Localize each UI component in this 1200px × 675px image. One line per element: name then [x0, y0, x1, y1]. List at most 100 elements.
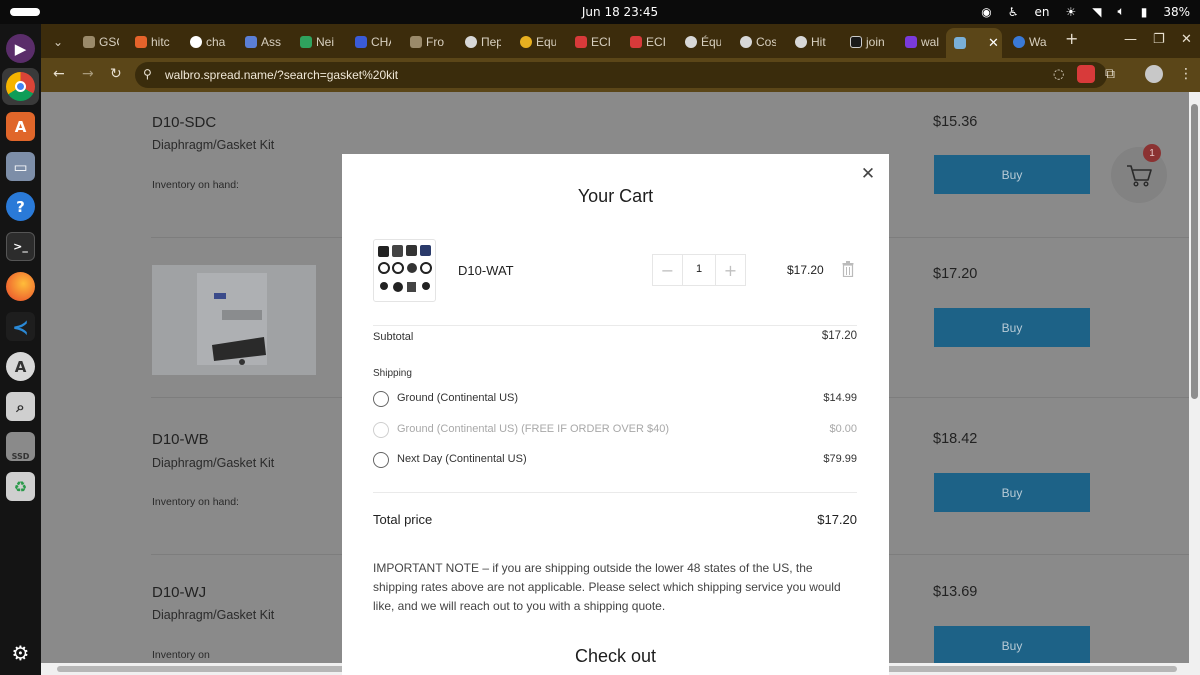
shipping-radio[interactable] — [373, 391, 389, 407]
product-inventory: Inventory on — [152, 649, 210, 661]
tab-13[interactable]: Hit — [787, 30, 831, 54]
eye-off-icon[interactable]: ◌ — [1053, 67, 1064, 82]
keyboard-language: en — [1034, 4, 1050, 19]
tab-active[interactable]: ✕ — [946, 28, 1002, 58]
tab-11[interactable]: Équ — [677, 30, 721, 54]
tab-12[interactable]: Cos — [732, 30, 776, 54]
vertical-scrollbar[interactable] — [1189, 92, 1200, 663]
tab-favicon-icon — [575, 36, 587, 48]
tab-2[interactable]: cha — [182, 30, 226, 54]
tab-9[interactable]: ECI — [567, 30, 611, 54]
product-inventory: Inventory on hand: — [152, 179, 239, 191]
buy-button[interactable]: Buy — [934, 155, 1090, 194]
product-price: $17.20 — [933, 266, 978, 282]
files-icon[interactable]: ▭ — [6, 152, 35, 181]
scrollbar-thumb[interactable] — [1191, 104, 1198, 399]
product-code[interactable]: D10-WJ — [152, 584, 206, 601]
increment-button[interactable]: + — [715, 255, 745, 285]
tab-favicon-icon — [630, 36, 642, 48]
vscode-icon[interactable]: ≺ — [6, 312, 35, 341]
shipping-option-label: Ground (Continental US) (FREE IF ORDER O… — [397, 423, 670, 435]
divider — [373, 492, 857, 493]
product-image[interactable] — [152, 265, 316, 375]
back-icon[interactable]: ← — [53, 66, 65, 82]
shipping-option-ground[interactable]: Ground (Continental US) $14.99 — [373, 390, 857, 410]
volume-icon: 🔈︎ — [1117, 4, 1125, 18]
shipping-radio[interactable] — [373, 452, 389, 468]
url-text[interactable]: walbro.spread.name/?search=gasket%20kit — [165, 68, 398, 82]
close-icon[interactable]: ✕ — [860, 164, 876, 184]
extension-icon[interactable] — [1077, 65, 1095, 83]
software-center-icon[interactable]: A — [6, 112, 35, 141]
product-description: Diaphragm/Gasket Kit — [152, 456, 275, 470]
tab-favicon-icon — [465, 36, 477, 48]
extensions-puzzle-icon[interactable]: ⧉ — [1105, 66, 1115, 82]
product-description: Diaphragm/Gasket Kit — [152, 608, 275, 622]
address-bar[interactable]: ⚲ walbro.spread.name/?search=gasket%20ki… — [135, 62, 1107, 88]
buy-button[interactable]: Buy — [934, 308, 1090, 347]
terminal-icon[interactable]: >_ — [6, 232, 35, 261]
decrement-button[interactable]: − — [653, 255, 683, 285]
checkout-button[interactable]: Check out — [342, 646, 889, 667]
profile-avatar[interactable] — [1145, 65, 1163, 83]
buy-button[interactable]: Buy — [934, 473, 1090, 512]
divider — [373, 325, 857, 326]
tab-7[interactable]: Пер — [457, 30, 501, 54]
tab-search-button[interactable]: ⌄ — [49, 30, 71, 54]
minimize-icon[interactable]: — — [1124, 32, 1137, 47]
tab-15[interactable]: wal — [897, 30, 941, 54]
system-top-bar: Jun 18 23:45 ◉ ♿ en ☀ ◥ 🔈︎ ▮ 38% — [0, 0, 1200, 24]
chrome-icon[interactable] — [6, 72, 35, 101]
tab-1[interactable]: hitc — [127, 30, 171, 54]
remove-item-button[interactable] — [842, 261, 854, 281]
forward-icon[interactable]: → — [82, 66, 94, 82]
tab-0[interactable]: GSC — [75, 30, 119, 54]
tab-favicon-icon — [245, 36, 257, 48]
brightness-icon: ☀ — [1065, 4, 1077, 19]
buy-button[interactable]: Buy — [934, 626, 1090, 663]
tab-4[interactable]: Nei — [292, 30, 336, 54]
tab-14[interactable]: join — [842, 30, 886, 54]
tab-17[interactable]: Wa — [1005, 30, 1055, 54]
tab-10[interactable]: ECI — [622, 30, 666, 54]
trash-bin-icon[interactable]: ♻ — [6, 472, 35, 501]
firefox-icon[interactable] — [6, 272, 35, 301]
reload-icon[interactable]: ↻ — [110, 66, 122, 82]
product-code[interactable]: D10-SDC — [152, 114, 216, 131]
browser-tab-strip: ⌄ GSC hitc cha Ass Nei CHA Fro Пер Equ E… — [41, 24, 1200, 58]
close-tab-icon[interactable]: ✕ — [988, 35, 999, 51]
site-info-icon[interactable]: ⚲ — [143, 67, 152, 81]
media-player-icon[interactable]: ▶ — [6, 34, 35, 63]
product-price: $15.36 — [933, 114, 978, 130]
tab-8[interactable]: Equ — [512, 30, 556, 54]
tab-favicon-icon — [740, 36, 752, 48]
tab-favicon-icon — [954, 37, 966, 49]
tab-favicon-icon — [83, 36, 95, 48]
quantity-value[interactable]: 1 — [683, 263, 715, 275]
tab-favicon-icon — [1013, 36, 1025, 48]
tab-3[interactable]: Ass — [237, 30, 281, 54]
cart-item-price: $17.20 — [787, 263, 824, 277]
help-icon[interactable]: ? — [6, 192, 35, 221]
search-tool-icon[interactable]: ⌕ — [6, 392, 35, 421]
battery-level: 38% — [1163, 4, 1190, 19]
cart-title: Your Cart — [577, 186, 654, 206]
app-store-icon[interactable]: A — [6, 352, 35, 381]
tab-favicon-icon — [685, 36, 697, 48]
tab-favicon-icon — [300, 36, 312, 48]
tab-5[interactable]: CHA — [347, 30, 391, 54]
product-code[interactable]: D10-WB — [152, 431, 209, 448]
menu-kebab-icon[interactable]: ⋮ — [1179, 66, 1193, 82]
tab-6[interactable]: Fro — [402, 30, 446, 54]
disk-icon[interactable]: SSD — [6, 432, 35, 461]
wifi-icon: ◥ — [1092, 4, 1102, 19]
maximize-icon[interactable]: ❐ — [1153, 32, 1165, 47]
close-window-icon[interactable]: ✕ — [1181, 32, 1192, 47]
total-price-label: Total price — [373, 512, 433, 527]
new-tab-icon[interactable]: + — [1065, 29, 1078, 48]
system-tray[interactable]: ◉ ♿ en ☀ ◥ 🔈︎ ▮ 38% — [981, 4, 1190, 19]
app-grid-icon[interactable]: ⚙ — [6, 638, 35, 667]
tab-favicon-icon — [905, 36, 917, 48]
shipping-option-next-day[interactable]: Next Day (Continental US) $79.99 — [373, 451, 857, 471]
quantity-stepper: − 1 + — [652, 254, 746, 286]
